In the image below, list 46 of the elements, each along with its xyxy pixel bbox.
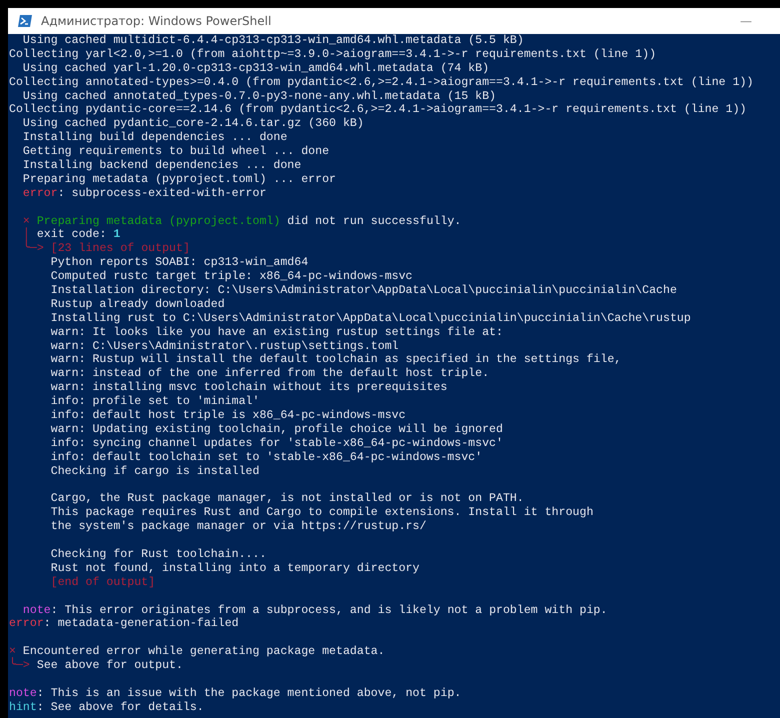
- console-line: warn: instead of the one inferred from the default host triple.: [50, 367, 490, 380]
- console-line: This package requires Rust and Cargo to compile extensions. Install it through: [50, 506, 594, 520]
- console-line: warn: It looks like you have an existing rustup settings file at:: [50, 326, 503, 339]
- console-line: Collecting yarl<2.0,>=1.0 (from aiohttp~=3.9.0->aiogram==3.4.1->-r requirements.txt (line 1)): [9, 48, 656, 61]
- console-line: the system's package manager or via https://rustup.rs/: [50, 520, 426, 534]
- console-line: warn: installing msvc toolchain without its prerequisites: [50, 381, 448, 394]
- console-line: Installing rust to C:\Users\Administrator\AppData\Local\puccinialin\puccinialin\Cache\rustup: [50, 312, 691, 325]
- console-line: error: metadata-generation-failed: [9, 617, 239, 630]
- console-line: warn: Rustup will install the default toolchain as specified in the settings file,: [50, 353, 622, 366]
- minimize-button[interactable]: —: [732, 14, 760, 28]
- console-line: hint: See above for details.: [9, 700, 204, 714]
- console-line: ╰─> See above for output.: [9, 659, 183, 672]
- console-line: Checking if cargo is installed: [50, 464, 260, 478]
- console-line: Computed rustc target triple: x86_64-pc-windows-msvc: [50, 270, 413, 284]
- console-line: × Encountered error while generating package metadata.: [9, 645, 385, 658]
- console-line: Collecting pydantic-core==2.14.6 (from pydantic<2.6,>=2.4.1->aiogram==3.4.1->-r requirements.txt (line 1)): [9, 103, 746, 116]
- console-line: note: This is an issue with the package mentioned above, not pip.: [9, 686, 462, 700]
- console-line: Rust not found, installing into a temporary directory: [50, 562, 420, 575]
- console-line: error: subprocess-exited-with-error: [22, 186, 266, 200]
- console-line: Using cached annotated_types-0.7.0-py3-none-any.whl.metadata (15 kB): [22, 90, 496, 103]
- console-line: ╰─> [23 lines of output]: [22, 242, 190, 256]
- console-line: Python reports SOABI: cp313-win_amd64: [50, 256, 308, 270]
- console-line: Preparing metadata (pyproject.toml) ... error: [22, 172, 336, 186]
- window-title: Администратор: Windows PowerShell: [41, 14, 272, 28]
- console-line: warn: Updating existing toolchain, profile choice will be ignored: [50, 422, 503, 436]
- console-line: │ exit code: 1: [22, 228, 120, 242]
- console-line: Installing build dependencies ... done: [22, 131, 288, 144]
- console-line: info: profile set to 'minimal': [50, 395, 260, 408]
- console-line: note: This error originates from a subprocess, and is likely not a problem with pip.: [22, 604, 608, 617]
- console-line: warn: C:\Users\Administrator\.rustup\settings.toml: [50, 340, 399, 353]
- console-line: Using cached pydantic_core-2.14.6.tar.gz (360 kB): [22, 117, 364, 130]
- console-line: Installation directory: C:\Users\Administrator\AppData\Local\puccinialin\puccinialin\Cache: [50, 284, 677, 298]
- console-line: Using cached yarl-1.20.0-cp313-cp313-win_amd64.whl.metadata (74 kB): [22, 62, 490, 75]
- console-line: Installing backend dependencies ... done: [22, 159, 302, 172]
- powershell-icon: [17, 13, 33, 29]
- console-line: info: default toolchain set to 'stable-x86_64-pc-windows-msvc': [50, 450, 482, 464]
- console-line: Collecting annotated-types>=0.4.0 (from pydantic<2.6,>=2.4.1->aiogram==3.4.1->-r requirements.txt (line 1)): [9, 76, 754, 89]
- console-line: Using cached multidict-6.4.4-cp313-cp313-win_amd64.whl.metadata (5.5 kB): [22, 34, 524, 47]
- console-line: Rustup already downloaded: [50, 298, 225, 311]
- console-line: Getting requirements to build wheel ... done: [22, 145, 330, 158]
- console-line: info: syncing channel updates for 'stable-x86_64-pc-windows-msvc': [50, 436, 503, 450]
- console-line: Cargo, the Rust package manager, is not installed or is not on PATH.: [50, 492, 524, 506]
- console-line: × Preparing metadata (pyproject.toml) did not run successfully.: [22, 214, 462, 228]
- console-line: Checking for Rust toolchain....: [50, 548, 266, 561]
- console-line: [end of output]: [50, 576, 156, 589]
- console-line: info: default host triple is x86_64-pc-windows-msvc: [50, 409, 406, 422]
